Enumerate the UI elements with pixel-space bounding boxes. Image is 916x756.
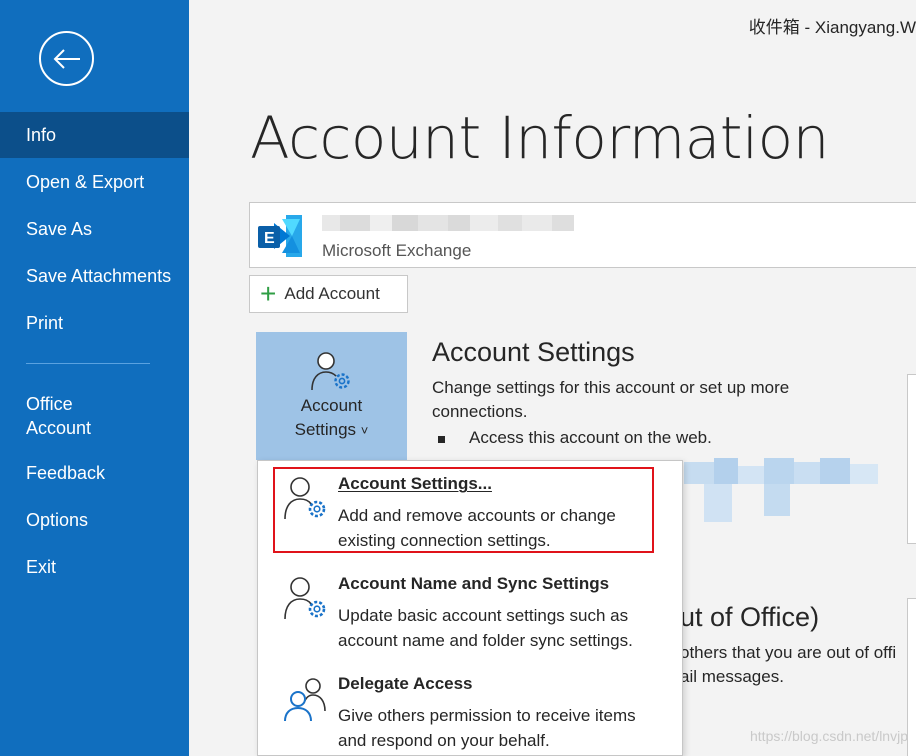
menu-item-delegate-access[interactable]: Delegate Access Give others permission t…	[258, 661, 682, 756]
account-type: Microsoft Exchange	[322, 241, 472, 260]
menu-item-title: Account Name and Sync Settings	[338, 574, 610, 593]
account-settings-icon	[310, 352, 350, 391]
account-settings-menu: Account Settings... Add and remove accou…	[257, 460, 683, 756]
menu-item-account-settings[interactable]: Account Settings... Add and remove accou…	[258, 461, 682, 557]
menu-item-title: Account Settings...	[338, 474, 492, 493]
info-panel-edge-2	[907, 598, 916, 756]
page-title: Account Information	[250, 104, 829, 172]
menu-item-description: Update basic account settings such as ac…	[338, 606, 633, 650]
out-of-office-description: others that you are out of offi ail mess…	[680, 641, 896, 689]
account-settings-tile-line1: Account	[300, 396, 363, 415]
add-account-label: Add Account	[284, 284, 380, 303]
chevron-down-icon: ˅	[360, 423, 369, 438]
menu-item-description: Add and remove accounts or change existi…	[338, 506, 616, 550]
menu-item-title: Delegate Access	[338, 674, 473, 693]
nav-save-attachments[interactable]: Save Attachments	[0, 253, 189, 299]
add-account-button[interactable]: + Add Account	[249, 275, 408, 313]
people-icon	[284, 678, 326, 722]
account-settings-icon	[284, 577, 326, 620]
plus-icon: +	[260, 278, 277, 309]
nav-exit[interactable]: Exit	[0, 544, 189, 590]
window-title: 收件箱 - Xiangyang.W	[748, 18, 916, 37]
account-settings-description: Change settings for this account or set …	[432, 378, 790, 421]
info-panel-edge	[907, 374, 916, 544]
web-access-text: Access this account on the web.	[469, 428, 712, 447]
nav-options[interactable]: Options	[0, 497, 189, 543]
account-settings-tile-line2: Settings	[294, 420, 357, 439]
account-selector[interactable]: E Microsoft Exchange	[249, 202, 916, 268]
out-of-office-desc-line2: ail messages.	[680, 667, 784, 686]
menu-item-account-name-sync[interactable]: Account Name and Sync Settings Update ba…	[258, 561, 682, 657]
bullet-icon	[438, 436, 445, 443]
nav-office-account-line1: Office	[26, 394, 73, 414]
nav-divider	[26, 363, 150, 364]
nav-print[interactable]: Print	[0, 300, 189, 346]
nav-save-as[interactable]: Save As	[0, 206, 189, 252]
back-button[interactable]	[39, 31, 94, 86]
nav-office-account[interactable]: Office Account	[26, 392, 91, 440]
account-email-blurred	[322, 215, 594, 231]
account-settings-icon	[284, 477, 326, 520]
watermark: https://blog.csdn.net/lnvjp	[750, 728, 908, 744]
nav-info[interactable]: Info	[0, 112, 189, 158]
out-of-office-heading: ut of Office)	[680, 602, 820, 632]
exchange-logo-icon: E	[258, 215, 302, 257]
nav-feedback[interactable]: Feedback	[0, 450, 189, 496]
menu-item-description: Give others permission to receive items …	[338, 706, 636, 750]
out-of-office-desc-line1: others that you are out of offi	[680, 643, 897, 662]
account-settings-dropdown-button[interactable]: Account Settings ˅	[256, 332, 407, 460]
account-settings-heading: Account Settings	[432, 337, 635, 367]
backstage-sidebar: Info Open & Export Save As Save Attachme…	[0, 0, 189, 756]
nav-open-export[interactable]: Open & Export	[0, 159, 189, 205]
svg-text:E: E	[264, 230, 275, 247]
nav-office-account-line2: Account	[26, 418, 92, 438]
web-access-bullet: Access this account on the web.	[438, 428, 712, 448]
account-settings-tile-line2-wrap: Settings ˅	[295, 418, 369, 443]
blurred-link	[684, 458, 884, 522]
back-arrow-icon	[53, 48, 80, 69]
